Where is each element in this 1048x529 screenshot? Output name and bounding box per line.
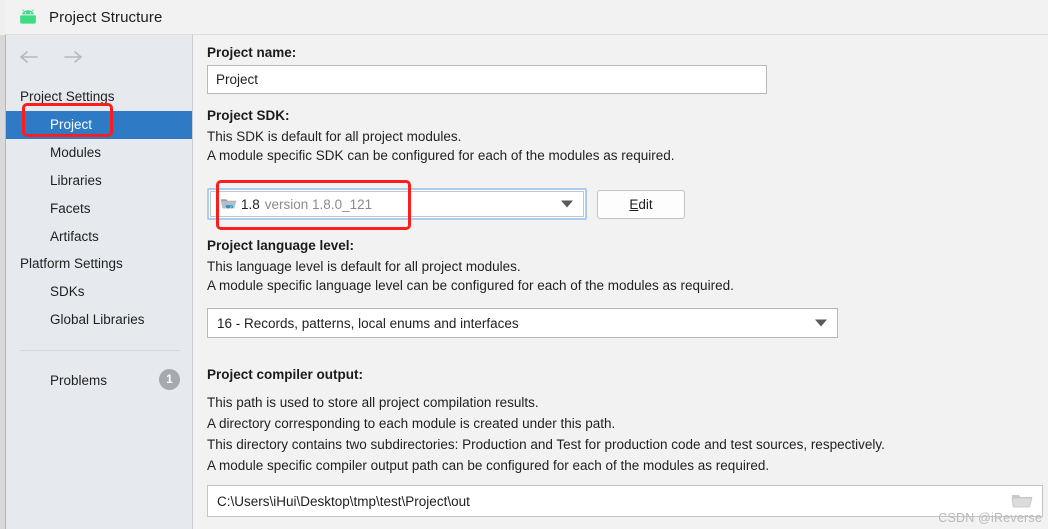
sidebar-divider <box>20 350 180 351</box>
project-sdk-combo[interactable]: 1.8 version 1.8.0_121 <box>207 188 587 220</box>
edit-sdk-button[interactable]: Edit <box>597 190 685 219</box>
sidebar-item-libraries[interactable]: Libraries <box>6 167 192 195</box>
chevron-down-icon[interactable] <box>561 200 573 208</box>
group-header-project-settings: Project Settings <box>20 89 115 104</box>
window-title: Project Structure <box>49 8 163 26</box>
language-level-value: 16 - Records, patterns, local enums and … <box>217 315 519 331</box>
settings-sidebar: Project Settings Project Modules Librari… <box>6 35 193 529</box>
project-name-label: Project name: <box>207 45 297 60</box>
compiler-output-desc-3: This directory contains two subdirectori… <box>207 437 885 452</box>
compiler-output-path-input[interactable]: C:\Users\iHui\Desktop\tmp\test\Project\o… <box>207 485 1043 517</box>
problems-label: Problems <box>50 372 108 388</box>
language-level-combo[interactable]: 16 - Records, patterns, local enums and … <box>207 308 838 338</box>
project-name-value: Project <box>216 72 259 87</box>
project-sdk-combo-inner: 1.8 version 1.8.0_121 <box>210 191 584 217</box>
edit-button-label-rest: dit <box>638 197 653 212</box>
java-sdk-folder-icon <box>221 199 237 209</box>
project-structure-window: Project Structure Project Settings Proje… <box>0 0 1048 529</box>
title-bar: Project Structure <box>5 0 1048 35</box>
project-sdk-label: Project SDK: <box>207 108 290 123</box>
sidebar-item-modules[interactable]: Modules <box>6 139 192 167</box>
group-header-platform-settings: Platform Settings <box>20 256 123 271</box>
edit-button-mnemonic: E <box>629 197 639 212</box>
language-level-label: Project language level: <box>207 238 355 253</box>
settings-nav-list: Project Settings Project Modules Librari… <box>6 84 192 334</box>
compiler-output-desc-2: A directory corresponding to each module… <box>207 416 616 431</box>
project-sdk-desc-2: A module specific SDK can be configured … <box>207 148 675 163</box>
compiler-output-desc-4: A module specific compiler output path c… <box>207 458 770 473</box>
project-sdk-value: 1.8 version 1.8.0_121 <box>241 197 372 212</box>
project-sdk-desc-1: This SDK is default for all project modu… <box>207 129 462 144</box>
watermark: CSDN @iReverse <box>938 511 1042 525</box>
sidebar-item-artifacts[interactable]: Artifacts <box>6 223 192 251</box>
nav-arrows <box>14 45 88 69</box>
compiler-output-label: Project compiler output: <box>207 367 364 382</box>
compiler-output-path-value: C:\Users\iHui\Desktop\tmp\test\Project\o… <box>217 493 470 509</box>
project-sdk-version: version 1.8.0_121 <box>264 196 373 212</box>
forward-arrow-icon[interactable] <box>58 45 88 69</box>
project-sdk-name: 1.8 <box>241 196 260 212</box>
android-robot-icon <box>20 9 36 24</box>
project-name-input[interactable]: Project <box>207 65 767 94</box>
chevron-down-icon-language-level[interactable] <box>815 319 827 327</box>
sidebar-item-problems[interactable]: Problems 1 <box>6 368 192 392</box>
sidebar-item-global-libraries[interactable]: Global Libraries <box>6 306 192 334</box>
compiler-output-desc-1: This path is used to store all project c… <box>207 395 539 410</box>
language-level-desc-1: This language level is default for all p… <box>207 259 521 274</box>
back-arrow-icon[interactable] <box>14 45 44 69</box>
language-level-desc-2: A module specific language level can be … <box>207 278 734 293</box>
sidebar-item-sdks[interactable]: SDKs <box>6 278 192 306</box>
problems-count-badge: 1 <box>159 369 180 390</box>
sidebar-item-facets[interactable]: Facets <box>6 195 192 223</box>
folder-browse-icon[interactable] <box>1011 492 1033 510</box>
sidebar-item-project[interactable]: Project <box>6 111 192 139</box>
project-settings-panel: Project name: Project Project SDK: This … <box>194 35 1048 529</box>
